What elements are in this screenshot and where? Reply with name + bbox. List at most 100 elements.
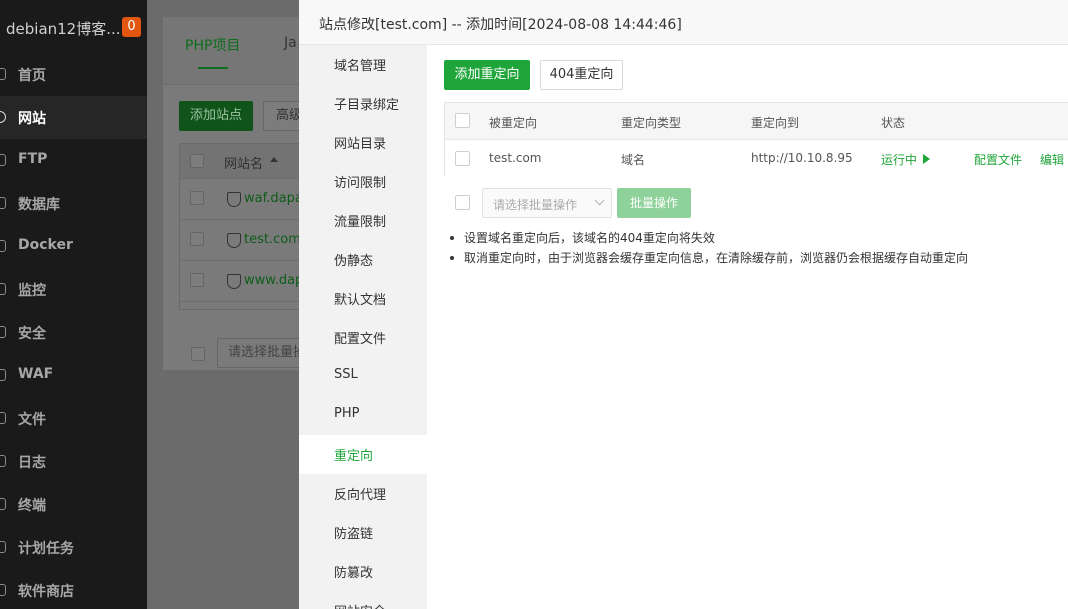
sidebar-item-label: WAF xyxy=(18,366,54,382)
nav-subdirectory-binding[interactable]: 子目录绑定 xyxy=(299,84,427,123)
nav-domain-management[interactable]: 域名管理 xyxy=(299,45,427,84)
globe-icon xyxy=(0,111,6,123)
ftp-icon xyxy=(0,154,6,166)
terminal-icon xyxy=(0,498,6,510)
schedule-icon xyxy=(0,541,6,553)
sidebar-item-home[interactable]: 首页 xyxy=(0,53,147,96)
batch-select-checkbox[interactable] xyxy=(455,195,470,210)
batch-operation-button[interactable]: 批量操作 xyxy=(617,188,691,218)
chevron-down-icon xyxy=(594,195,605,206)
nav-label: 域名管理 xyxy=(334,59,387,74)
sidebar: debian12博客... 0 首页 网站 FTP 数据库 Docker 监控 … xyxy=(0,0,147,609)
row-checkbox[interactable] xyxy=(190,273,204,287)
shield-icon xyxy=(0,326,6,338)
nav-label: 防盗链 xyxy=(334,527,374,542)
row-checkbox[interactable] xyxy=(190,191,204,205)
sidebar-item-label: 软件商店 xyxy=(18,584,74,600)
batch-operation-select[interactable]: 请选择批量操作 xyxy=(482,188,612,218)
column-status: 状态 xyxy=(881,116,906,130)
edit-link[interactable]: 编辑 xyxy=(1040,151,1064,168)
list-item: 设置域名重定向后，该域名的404重定向将失效 xyxy=(447,228,1047,248)
nav-access-limit[interactable]: 访问限制 xyxy=(299,162,427,201)
log-icon xyxy=(0,455,6,467)
sidebar-item-waf[interactable]: WAF xyxy=(0,354,147,397)
waf-shield-icon xyxy=(227,274,241,289)
nav-config-file[interactable]: 配置文件 xyxy=(299,318,427,357)
list-item: 取消重定向时，由于浏览器会缓存重定向信息，在清除缓存前，浏览器仍会根据缓存自动重… xyxy=(447,248,1047,268)
nav-tamper-protection[interactable]: 防篡改 xyxy=(299,552,427,591)
batch-select-checkbox[interactable] xyxy=(191,347,205,361)
sidebar-item-docker[interactable]: Docker xyxy=(0,225,147,268)
sidebar-item-store[interactable]: 软件商店 xyxy=(0,569,147,609)
sidebar-item-files[interactable]: 文件 xyxy=(0,397,147,440)
notification-badge[interactable]: 0 xyxy=(122,17,141,37)
add-site-button[interactable]: 添加站点 xyxy=(179,101,253,131)
nav-ssl[interactable]: SSL xyxy=(299,357,427,396)
nav-label: 流量限制 xyxy=(334,215,387,230)
table-row: www.dapa xyxy=(180,261,314,302)
sidebar-item-label: 首页 xyxy=(18,68,46,84)
project-tabs: PHP项目 Ja xyxy=(163,17,313,85)
sort-icon[interactable] xyxy=(270,157,278,162)
nav-reverse-proxy[interactable]: 反向代理 xyxy=(299,474,427,513)
nav-label: 访问限制 xyxy=(334,176,387,191)
select-all-checkbox[interactable] xyxy=(190,154,204,168)
modal-title-bar: 站点修改[test.com] -- 添加时间[2024-08-08 14:44:… xyxy=(299,0,1068,45)
sidebar-item-label: 数据库 xyxy=(18,197,60,213)
status-running[interactable]: 运行中 xyxy=(881,151,917,168)
site-table: 网站名 waf.dapad test.com www.dapa xyxy=(179,143,314,310)
nav-hotlink-protection[interactable]: 防盗链 xyxy=(299,513,427,552)
redirect-404-button[interactable]: 404重定向 xyxy=(540,60,623,90)
home-icon xyxy=(0,68,6,80)
sidebar-item-label: FTP xyxy=(18,151,48,167)
table-row: test.com 域名 http://10.10.8.95 运行中 配置文件 编… xyxy=(445,140,1068,176)
redirect-target: http://10.10.8.95 xyxy=(751,151,853,165)
sidebar-item-label: 日志 xyxy=(18,455,46,471)
server-name[interactable]: debian12博客... xyxy=(6,18,121,39)
bullet-icon xyxy=(450,236,454,240)
add-redirect-button[interactable]: 添加重定向 xyxy=(444,60,530,90)
nav-site-directory[interactable]: 网站目录 xyxy=(299,123,427,162)
file-icon xyxy=(0,412,6,424)
sidebar-item-website[interactable]: 网站 xyxy=(0,96,147,139)
nav-site-security[interactable]: 网站安全 xyxy=(299,591,427,609)
sidebar-item-label: 计划任务 xyxy=(18,541,74,557)
site-table-header: 网站名 xyxy=(180,144,314,179)
nav-redirect[interactable]: 重定向 xyxy=(299,435,427,474)
nav-label: 防篡改 xyxy=(334,566,374,581)
config-file-link[interactable]: 配置文件 xyxy=(974,151,1022,168)
sidebar-item-monitor[interactable]: 监控 xyxy=(0,268,147,311)
sidebar-item-logs[interactable]: 日志 xyxy=(0,440,147,483)
redirect-type: 域名 xyxy=(621,153,646,167)
modal-title: 站点修改[test.com] -- 添加时间[2024-08-08 14:44:… xyxy=(319,17,682,33)
tab-php-project[interactable]: PHP项目 xyxy=(185,35,240,55)
sidebar-item-cron[interactable]: 计划任务 xyxy=(0,526,147,569)
nav-label: 伪静态 xyxy=(334,254,374,269)
batch-select-placeholder: 请选择批量操作 xyxy=(493,198,578,212)
nav-traffic-limit[interactable]: 流量限制 xyxy=(299,201,427,240)
select-all-checkbox[interactable] xyxy=(455,113,470,128)
row-checkbox[interactable] xyxy=(455,151,470,166)
table-row: test.com xyxy=(180,220,314,261)
sidebar-item-database[interactable]: 数据库 xyxy=(0,182,147,225)
tab-java-project[interactable]: Ja xyxy=(284,35,297,51)
nav-label: 默认文档 xyxy=(334,293,387,308)
nav-label: 网站目录 xyxy=(334,137,387,152)
column-site-name[interactable]: 网站名 xyxy=(224,153,263,172)
play-icon[interactable] xyxy=(923,154,930,164)
sidebar-item-terminal[interactable]: 终端 xyxy=(0,483,147,526)
sidebar-item-label: 网站 xyxy=(18,111,46,127)
sidebar-item-ftp[interactable]: FTP xyxy=(0,139,147,182)
bullet-icon xyxy=(450,256,454,260)
nav-default-document[interactable]: 默认文档 xyxy=(299,279,427,318)
site-link[interactable]: test.com xyxy=(244,232,301,247)
sidebar-item-label: 安全 xyxy=(18,326,46,342)
docker-icon xyxy=(0,240,6,252)
sidebar-header: debian12博客... 0 xyxy=(0,0,147,55)
nav-label: PHP xyxy=(334,406,360,421)
row-checkbox[interactable] xyxy=(190,232,204,246)
redirect-table: 被重定向 重定向类型 重定向到 状态 test.com 域名 http://10… xyxy=(444,102,1068,176)
nav-php[interactable]: PHP xyxy=(299,396,427,435)
nav-rewrite[interactable]: 伪静态 xyxy=(299,240,427,279)
sidebar-item-security[interactable]: 安全 xyxy=(0,311,147,354)
